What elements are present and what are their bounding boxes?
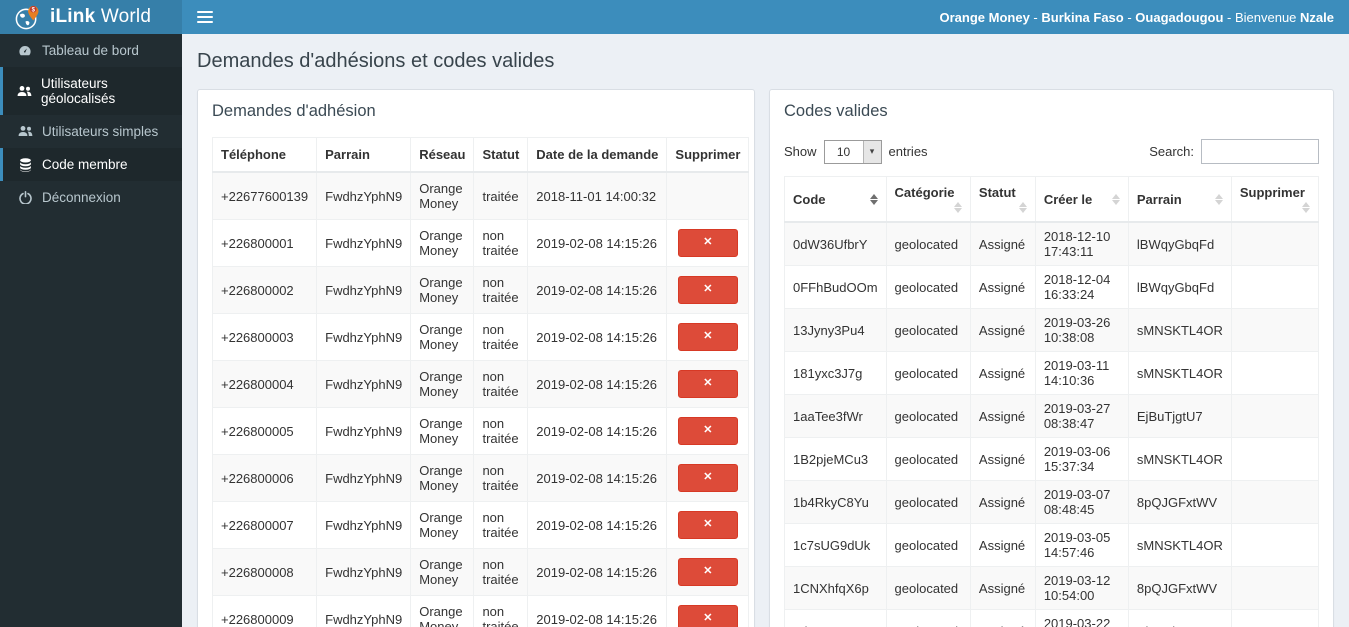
power-icon — [17, 191, 33, 204]
sort-icon — [869, 193, 878, 205]
sidebar-item-utilisateurs-geolocalises[interactable]: Utilisateurs géolocalisés — [0, 67, 182, 115]
delete-button[interactable]: ✕ — [677, 605, 738, 627]
table-row: 1B2pjeMCu3 geolocated Assigné 2019-03-06… — [784, 437, 1320, 481]
table-row: +226800001 FwdhzYphN9 Orange Money non t… — [211, 219, 750, 267]
dashboard-icon — [17, 44, 33, 58]
delete-button[interactable]: ✕ — [677, 511, 738, 539]
search-input[interactable] — [1201, 139, 1319, 164]
brand[interactable]: $ iLink World — [0, 0, 182, 34]
sidebar-item-utilisateurs-simples[interactable]: Utilisateurs simples — [0, 115, 182, 148]
column-header: Parrain — [316, 137, 412, 173]
table-row: +226800009 FwdhzYphN9 Orange Money non t… — [211, 595, 750, 627]
column-header: Réseau — [410, 137, 475, 173]
country-name: Burkina Faso — [1041, 9, 1124, 25]
page-title: Demandes d'adhésions et codes valides — [197, 50, 555, 72]
users-icon — [17, 85, 32, 98]
sort-icon — [1302, 202, 1310, 213]
topbar: $ iLink World Orange Money - Burkina Fas… — [0, 0, 1349, 34]
table-row: 181yxc3J7g geolocated Assigné 2019-03-11… — [784, 351, 1320, 395]
table-row: +226800002 FwdhzYphN9 Orange Money non t… — [211, 266, 750, 314]
column-header-sortable[interactable]: Statut — [969, 176, 1036, 223]
column-header: Statut — [473, 137, 529, 173]
sidebar-item-code-membre[interactable]: Code membre — [0, 148, 182, 181]
delete-button[interactable]: ✕ — [677, 464, 738, 492]
table-row: +226800007 FwdhzYphN9 Orange Money non t… — [211, 501, 750, 549]
table-row: +22677600139 FwdhzYphN9 Orange Money tra… — [211, 171, 750, 220]
org-name: Orange Money — [939, 9, 1030, 25]
column-header-sortable[interactable]: Catégorie — [885, 176, 971, 223]
sort-icon — [1018, 202, 1027, 213]
navbar: Orange Money - Burkina Faso - Ouagadougo… — [182, 0, 1349, 34]
sidebar-toggle-button[interactable] — [197, 11, 213, 23]
column-header-sortable[interactable]: Supprimer — [1230, 176, 1320, 223]
city-name: Ouagadougou — [1135, 9, 1224, 25]
adhesions-table: Téléphone Parrain Réseau Statut Date de … — [211, 137, 750, 627]
table-row: 1CNXhfqX6p geolocated Assigné 2019-03-12… — [784, 566, 1320, 610]
sidebar-item-label: Déconnexion — [42, 190, 121, 205]
username: Nzale — [1300, 9, 1334, 25]
sort-icon — [953, 202, 962, 213]
table-row: +226800003 FwdhzYphN9 Orange Money non t… — [211, 313, 750, 361]
table-row: 1d9CDtc4mv geolocated Assigné 2019-03-22… — [784, 609, 1320, 627]
delete-button[interactable]: ✕ — [677, 276, 738, 304]
main-content: Demandes d'adhésions et codes valides De… — [182, 34, 1349, 627]
column-header: Supprimer — [666, 137, 750, 173]
show-label: Show — [784, 144, 817, 159]
user-info: Orange Money - Burkina Faso - Ouagadougo… — [939, 9, 1334, 25]
sidebar-item-tableau-de-bord[interactable]: Tableau de bord — [0, 34, 182, 67]
delete-button[interactable]: ✕ — [677, 417, 738, 445]
panel-title: Demandes d'adhésion — [212, 102, 376, 120]
sidebar-item-label: Utilisateurs géolocalisés — [41, 76, 116, 106]
codes-table: Code Catégorie Statut Créer le Parrain S… — [784, 176, 1320, 627]
welcome-text: Bienvenue — [1234, 9, 1301, 25]
users-icon — [17, 125, 33, 138]
column-header-sortable[interactable]: Parrain — [1127, 176, 1232, 223]
sidebar-item-label: Utilisateurs simples — [42, 124, 159, 139]
chevron-down-icon: ▾ — [862, 140, 881, 163]
table-row: 1c7sUG9dUk geolocated Assigné 2019-03-05… — [784, 523, 1320, 567]
column-header-sortable[interactable]: Code — [784, 176, 887, 223]
table-row: +226800004 FwdhzYphN9 Orange Money non t… — [211, 360, 750, 408]
sort-icon — [1111, 193, 1120, 205]
sidebar-item-label: Tableau de bord — [42, 43, 139, 58]
delete-button[interactable]: ✕ — [677, 370, 738, 398]
sidebar-item-label: Code membre — [42, 157, 128, 172]
panel-demandes-adhesion: Demandes d'adhésion Téléphone Parrain Ré… — [197, 89, 755, 627]
brand-title: iLink World — [50, 6, 152, 27]
sidebar: Tableau de bord Utilisateurs géolocalisé… — [0, 34, 182, 627]
table-row: 13Jyny3Pu4 geolocated Assigné 2019-03-26… — [784, 308, 1320, 352]
table-row: 1b4RkyC8Yu geolocated Assigné 2019-03-07… — [784, 480, 1320, 524]
database-icon — [17, 157, 33, 172]
column-header: Téléphone — [211, 137, 318, 173]
sort-icon — [1214, 193, 1223, 205]
table-row: 0dW36UfbrY geolocated Assigné 2018-12-10… — [784, 221, 1320, 266]
panel-codes-valides: Codes valides Show 10 ▾ entries Search: — [769, 89, 1334, 627]
column-header-sortable[interactable]: Créer le — [1034, 176, 1129, 223]
sidebar-item-deconnexion[interactable]: Déconnexion — [0, 181, 182, 214]
delete-button[interactable]: ✕ — [677, 229, 738, 257]
table-row: +226800008 FwdhzYphN9 Orange Money non t… — [211, 548, 750, 596]
delete-button[interactable]: ✕ — [677, 558, 738, 586]
search-label: Search: — [1149, 144, 1194, 159]
table-row: +226800006 FwdhzYphN9 Orange Money non t… — [211, 454, 750, 502]
delete-button[interactable]: ✕ — [677, 323, 738, 351]
entries-label: entries — [888, 144, 928, 159]
app-logo-icon: $ — [14, 4, 41, 31]
table-row: 1aaTee3fWr geolocated Assigné 2019-03-27… — [784, 394, 1320, 438]
entries-select[interactable]: 10 ▾ — [823, 139, 882, 164]
table-row: +226800005 FwdhzYphN9 Orange Money non t… — [211, 407, 750, 455]
table-row: 0FFhBudOOm geolocated Assigné 2018-12-04… — [784, 265, 1320, 309]
panel-title: Codes valides — [784, 102, 888, 120]
column-header: Date de la demande — [527, 137, 668, 173]
